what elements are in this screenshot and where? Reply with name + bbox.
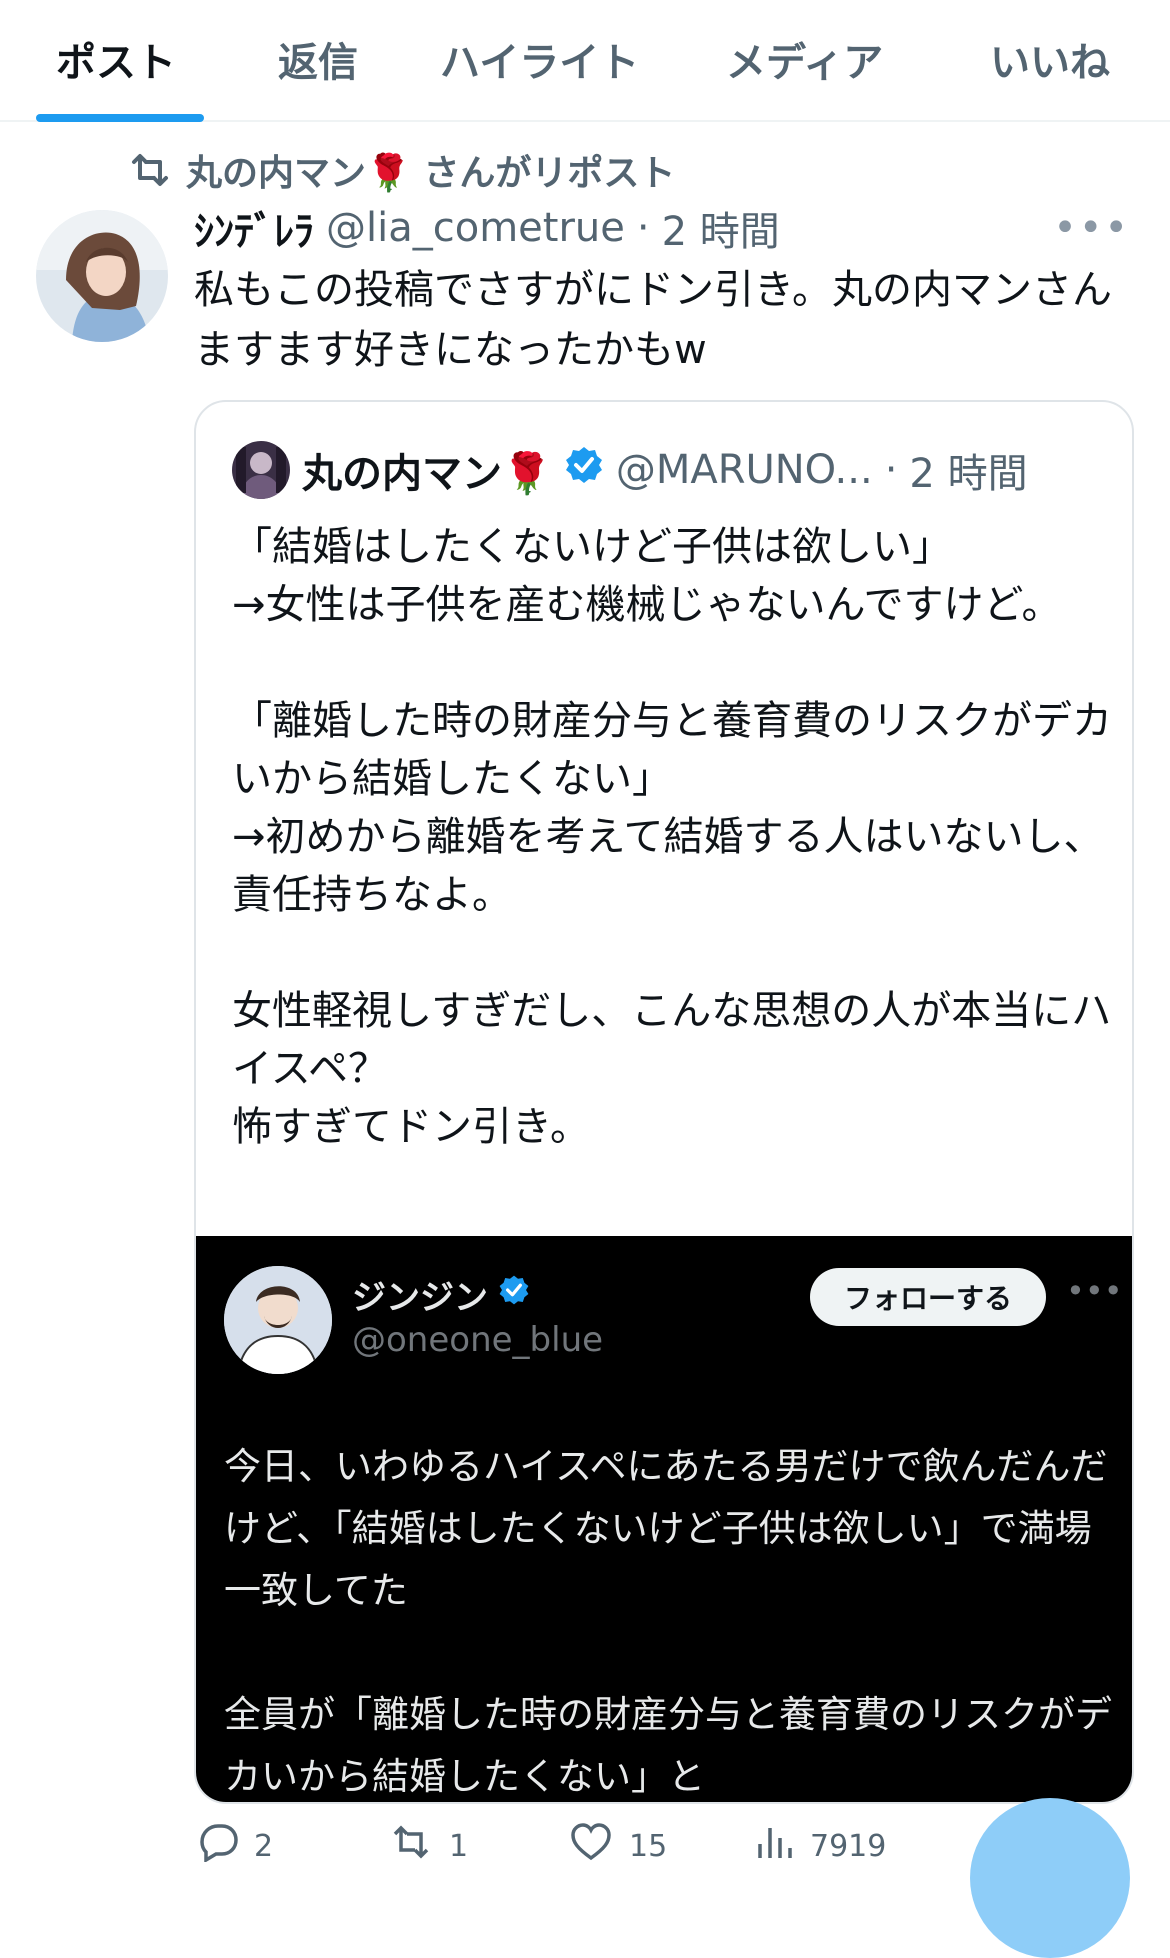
quoted-tweet-header: 丸の内マン🌹 @MARUNO... · 2 時間 xyxy=(232,440,1028,500)
tab-highlights[interactable]: ハイライト xyxy=(440,30,639,88)
reply-button[interactable]: 2 xyxy=(194,1822,273,1870)
verified-badge-icon xyxy=(564,445,604,495)
like-button[interactable]: 15 xyxy=(569,1822,667,1870)
more-options-icon: ••• xyxy=(1066,1272,1123,1310)
tab-posts[interactable]: ポスト xyxy=(56,30,176,88)
like-count: 15 xyxy=(629,1828,668,1864)
quoted-author-display-name: 丸の内マン🌹 xyxy=(302,451,552,497)
embedded-author-name-row: ジンジン xyxy=(352,1270,530,1319)
views-button[interactable]: 7919 xyxy=(754,1822,886,1870)
compose-post-button[interactable] xyxy=(970,1798,1130,1958)
quoted-tweet-card[interactable]: 丸の内マン🌹 @MARUNO... · 2 時間 「結婚はしたくないけど子供は欲… xyxy=(194,400,1134,1804)
active-tab-indicator xyxy=(36,114,204,122)
tab-media[interactable]: メディア xyxy=(726,30,883,88)
tweet-timestamp[interactable]: 2 時間 xyxy=(662,199,780,257)
heart-icon xyxy=(569,1822,613,1870)
quoted-tweet-text: 「結婚はしたくないけど子供は欲しい」 →女性は子供を産む機械じゃないんですけど。… xyxy=(232,524,1112,1150)
views-count: 7919 xyxy=(810,1828,887,1864)
tab-likes[interactable]: いいね xyxy=(990,30,1110,88)
retweet-icon xyxy=(128,152,172,188)
embedded-author-avatar xyxy=(224,1266,332,1374)
quoted-author-handle: @MARUNO... xyxy=(615,447,873,493)
embedded-author-handle: @oneone_blue xyxy=(352,1320,604,1360)
separator-dot: · xyxy=(884,447,898,493)
tweet-action-bar: 2 1 15 7919 xyxy=(194,1822,994,1864)
retweet-count: 1 xyxy=(449,1828,469,1864)
author-avatar[interactable] xyxy=(36,210,168,342)
retweet-button[interactable]: 1 xyxy=(389,1822,468,1870)
more-options-icon[interactable]: ••• xyxy=(1053,205,1130,251)
separator-dot: · xyxy=(636,205,650,251)
retweet-icon xyxy=(389,1822,433,1870)
embedded-author-display-name: ジンジン xyxy=(352,1278,488,1318)
tab-replies[interactable]: 返信 xyxy=(278,30,358,88)
tweet-text: 私もこの投稿でさすがにドン引き。丸の内マンさんますます好きになったかもw xyxy=(194,267,1112,373)
embedded-screenshot-image[interactable]: ジンジン @oneone_blue フォローする ••• 今日、いわゆるハイスペ… xyxy=(196,1236,1132,1802)
reply-icon xyxy=(194,1822,238,1870)
tweet-header: ｼﾝﾃﾞﾚﾗ @lia_cometrue · 2 時間 xyxy=(194,199,780,257)
quoted-tweet-timestamp: 2 時間 xyxy=(909,451,1028,497)
profile-tabs: ポスト 返信 ハイライト メディア いいね xyxy=(0,0,1170,122)
author-display-name[interactable]: ｼﾝﾃﾞﾚﾗ xyxy=(194,199,314,257)
reply-count: 2 xyxy=(254,1828,274,1864)
quoted-author-avatar xyxy=(232,441,290,499)
author-handle[interactable]: @lia_cometrue xyxy=(326,205,625,251)
views-icon xyxy=(754,1822,794,1870)
repost-label: 丸の内マン🌹 さんがリポスト xyxy=(186,153,676,194)
repost-context[interactable]: 丸の内マン🌹 さんがリポスト xyxy=(128,145,675,195)
embedded-tweet-text: 今日、いわゆるハイスペにあたる男だけで飲んだんだけど、「結婚はしたくないけど子供… xyxy=(224,1445,1112,1798)
verified-badge-icon xyxy=(498,1274,530,1315)
follow-button: フォローする xyxy=(810,1268,1046,1326)
